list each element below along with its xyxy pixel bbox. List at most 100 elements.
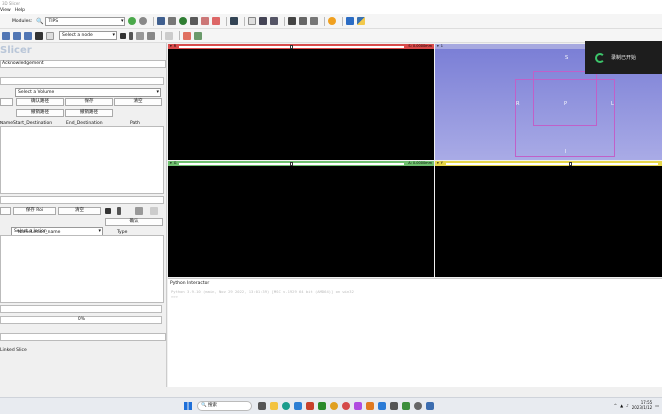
stop-roi-icon[interactable] xyxy=(105,208,111,214)
chrome-icon[interactable] xyxy=(330,402,338,410)
refresh-icon[interactable] xyxy=(13,31,21,40)
app-icon-6[interactable] xyxy=(390,402,398,410)
orient-center: P xyxy=(564,101,568,107)
vscode-icon[interactable] xyxy=(378,402,386,410)
green-slider-handle[interactable] xyxy=(289,161,293,166)
system-tray: ^ ▲ ♪ 17:55 2023/1/12 ▭ xyxy=(614,400,659,410)
extensions-icon[interactable] xyxy=(346,17,355,25)
taskbar-search-icon: 🔍 xyxy=(201,403,207,408)
app-icon-3[interactable] xyxy=(342,402,350,410)
marker-icon[interactable] xyxy=(129,31,133,40)
screen-icon[interactable] xyxy=(230,17,239,25)
green-slice-slider[interactable] xyxy=(179,161,405,166)
note-icon[interactable] xyxy=(46,31,54,40)
col-lesion-name: Lesion_name xyxy=(31,229,61,235)
confirm-path-button[interactable]: 确认路径 xyxy=(16,98,64,106)
python-icon[interactable] xyxy=(357,17,366,25)
save-path-button[interactable]: 保存 xyxy=(65,98,113,106)
toolbar-divider xyxy=(324,16,326,26)
data-icon[interactable] xyxy=(157,17,166,25)
camera-icon[interactable] xyxy=(288,17,297,25)
app-icon-7[interactable] xyxy=(402,402,410,410)
volume-selector[interactable]: Select a Volume xyxy=(15,88,161,97)
module-selector[interactable]: TIPS xyxy=(45,16,126,26)
module-search-icon[interactable]: 🔍 xyxy=(36,18,43,25)
store-icon[interactable] xyxy=(294,402,302,410)
forward-icon[interactable] xyxy=(139,17,148,25)
delete-icon[interactable] xyxy=(147,31,155,40)
segment-icon[interactable] xyxy=(190,17,199,25)
left-edge-button[interactable] xyxy=(0,98,13,106)
view-layout-icon[interactable] xyxy=(270,17,279,25)
slicer-icon[interactable] xyxy=(426,402,434,410)
taskbar-search-placeholder: 搜索 xyxy=(208,403,218,408)
undo-path-button-1[interactable]: 撤销路径 xyxy=(16,109,64,117)
undo-path-button-2[interactable]: 撤销路径 xyxy=(65,109,113,117)
volumes-icon[interactable] xyxy=(168,17,177,25)
input-field[interactable] xyxy=(0,77,164,85)
reload-icon[interactable] xyxy=(2,31,10,40)
lesion-table[interactable] xyxy=(0,235,164,303)
crosshair-icon[interactable] xyxy=(299,17,308,25)
stop-icon[interactable] xyxy=(120,32,126,39)
clear-icon[interactable] xyxy=(136,31,144,40)
marker-roi-icon[interactable] xyxy=(117,207,121,215)
markups-icon[interactable] xyxy=(212,17,221,25)
clock[interactable]: 17:55 2023/1/12 xyxy=(632,400,653,410)
clear-path-button[interactable]: 清空 xyxy=(114,98,162,106)
red-slice-view[interactable] xyxy=(168,49,434,160)
app-icon-4[interactable] xyxy=(354,402,362,410)
pointer-icon[interactable] xyxy=(248,17,257,25)
recording-icon xyxy=(595,52,605,63)
roi-left-button[interactable] xyxy=(0,207,11,215)
app-icon-2[interactable] xyxy=(318,402,326,410)
app-icon-1[interactable] xyxy=(306,402,314,410)
clear-roi-button[interactable]: 清空 xyxy=(58,207,101,215)
start-icon[interactable] xyxy=(184,402,192,410)
yellow-slice-view[interactable] xyxy=(435,166,662,277)
brush-icon[interactable] xyxy=(35,31,43,40)
app-icon-8[interactable] xyxy=(414,402,422,410)
models-icon[interactable] xyxy=(179,17,188,25)
path-table[interactable] xyxy=(0,126,164,194)
save-roi-button[interactable]: 保存 Roi xyxy=(13,207,56,215)
edge-icon[interactable] xyxy=(282,402,290,410)
acknowledgement-section[interactable]: Acknowledgement xyxy=(0,60,166,68)
path-table-footer xyxy=(0,196,164,204)
star-icon[interactable] xyxy=(328,17,337,25)
tray-chevron-icon[interactable]: ^ xyxy=(614,403,617,408)
volume-icon[interactable]: ♪ xyxy=(626,403,629,408)
menu-help[interactable]: Help xyxy=(15,7,25,14)
yellow-slider-handle[interactable] xyxy=(568,161,572,166)
red-slider-handle[interactable] xyxy=(289,44,293,49)
toolbar-divider xyxy=(244,16,246,26)
green-slice-view[interactable] xyxy=(168,166,434,277)
delete-roi-icon[interactable] xyxy=(135,207,143,215)
confirm-lesion-button[interactable]: 确认 xyxy=(105,218,163,226)
yellow-slice-slider[interactable] xyxy=(445,161,658,166)
menu-view[interactable]: View xyxy=(0,7,11,14)
more-roi-icon[interactable] xyxy=(150,207,158,215)
checklist-icon[interactable] xyxy=(194,31,202,40)
python-interactor-title: Python Interactor xyxy=(170,281,210,286)
window-level-icon[interactable] xyxy=(310,17,319,25)
place-fiducial-icon[interactable] xyxy=(259,17,268,25)
more-icon[interactable] xyxy=(165,31,173,40)
rotate-icon[interactable] xyxy=(24,31,32,40)
file-explorer-icon[interactable] xyxy=(270,402,278,410)
transforms-icon[interactable] xyxy=(201,17,210,25)
python-prompt: >>> xyxy=(171,294,178,299)
network-icon[interactable]: ▲ xyxy=(620,403,623,408)
taskbar-search[interactable]: 🔍 搜索 xyxy=(197,401,252,411)
task-view-icon[interactable] xyxy=(258,402,266,410)
app-icon-5[interactable] xyxy=(366,402,374,410)
back-icon[interactable] xyxy=(128,17,137,25)
notification-icon[interactable]: ▭ xyxy=(655,403,659,408)
markup-curve-icon[interactable] xyxy=(183,31,191,40)
orient-left: R xyxy=(516,101,520,107)
red-slice-slider[interactable] xyxy=(179,44,405,49)
node-selector[interactable]: Select a node xyxy=(59,31,117,40)
python-console[interactable]: Python 3.9.10 (main, Nov 29 2022, 13:01:… xyxy=(168,287,662,387)
col-start: Start_Destination xyxy=(13,120,53,126)
recording-text: 录制已开始 xyxy=(611,55,637,61)
